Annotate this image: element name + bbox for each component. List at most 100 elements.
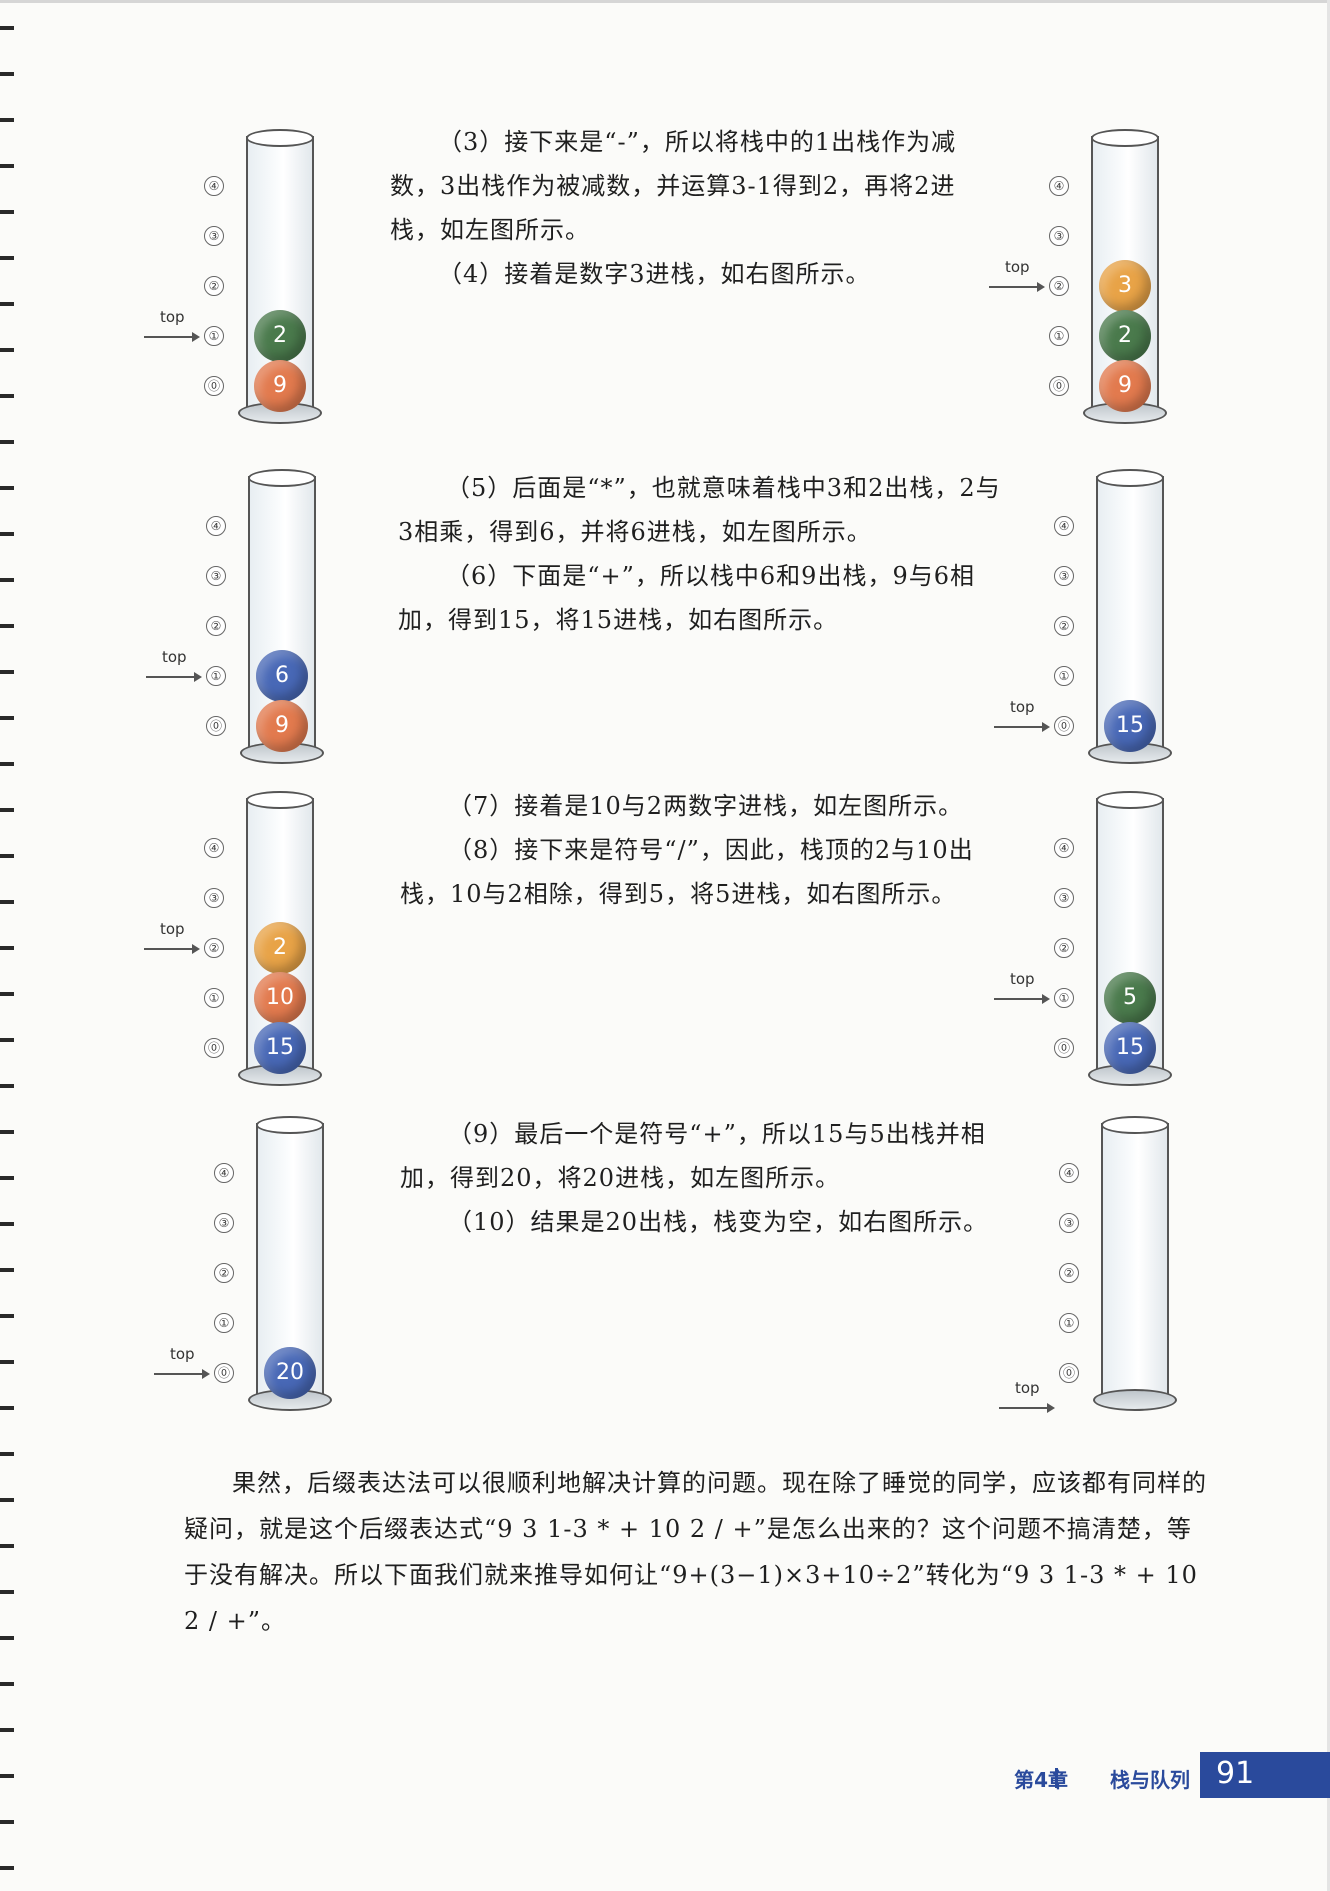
chapter-number: 第4章: [1014, 1768, 1069, 1792]
slot-index-label: ②: [1054, 616, 1074, 636]
slot-index-label: ④: [204, 176, 224, 196]
slot-index-label: ②: [206, 616, 226, 636]
stack-rim: [248, 469, 316, 487]
stack-ball: 15: [1104, 1022, 1156, 1074]
slot-index-label: ③: [204, 888, 224, 908]
slot-index-label: ①: [204, 988, 224, 1008]
slot-index-label: ②: [214, 1263, 234, 1283]
stack-ball: 10: [254, 972, 306, 1024]
slot-index-label: ⓪: [204, 376, 224, 396]
stack-figure: ⓪ ① ② ③ ④ 6 9 top: [146, 468, 382, 768]
stack-figure: ⓪ ① ② ③ ④ 3 2 9 top: [989, 128, 1225, 428]
step-3-text: （3）接下来是“-”，所以将栈中的1出栈作为减数，3出栈作为被减数，并运算3-1…: [390, 128, 957, 244]
top-pointer-arrow: [146, 672, 202, 682]
slot-index-label: ⓪: [1054, 1038, 1074, 1058]
slot-index-label: ⓪: [206, 716, 226, 736]
slot-index-label: ③: [204, 226, 224, 246]
stack-rim: [246, 129, 314, 147]
step-6-text: （6）下面是“+”，所以栈中6和9出栈，9与6相加，得到15，将15进栈，如右图…: [398, 562, 975, 634]
stack-rim: [246, 791, 314, 809]
step-9-text: （9）最后一个是符号“+”，所以15与5出栈并相加，得到20，将20进栈，如左图…: [400, 1120, 986, 1192]
slot-index-label: ①: [1049, 326, 1069, 346]
book-page: ⓪ ① ② ③ ④ 2 9 top ⓪ ① ② ③ ④ 3 2 9 top ⓪ ① ② ③ ④ 6 9 top ⓪①②③④1…: [0, 0, 1330, 1891]
top-edge: [0, 0, 1330, 3]
top-pointer-arrow: [994, 994, 1050, 1004]
stack-figure: ⓪ ① ② ③ ④ 15 top: [994, 468, 1230, 768]
slot-index-label: ④: [206, 516, 226, 536]
stack-rim: [1096, 791, 1164, 809]
page-number-tab: 91: [1200, 1752, 1330, 1798]
binding-holes: [0, 0, 14, 1891]
stack-figure: ⓪ ① ② ③ ④ top: [999, 1115, 1235, 1415]
slot-index-label: ⓪: [1049, 376, 1069, 396]
slot-index-label: ⓪: [1054, 716, 1074, 736]
stack-ball: 6: [256, 650, 308, 702]
top-pointer-arrow: [154, 1369, 210, 1379]
slot-index-label: ①: [1054, 988, 1074, 1008]
stack-ball: 20: [264, 1347, 316, 1399]
stack-ball: 15: [1104, 700, 1156, 752]
slot-index-label: ④: [1054, 838, 1074, 858]
step-5-text: （5）后面是“*”，也就意味着栈中3和2出栈，2与3相乘，得到6，并将6进栈，如…: [398, 474, 1001, 546]
stack-ball: 9: [254, 360, 306, 412]
slot-index-label: ②: [1049, 276, 1069, 296]
slot-index-label: ①: [1059, 1313, 1079, 1333]
top-pointer-label: top: [1010, 698, 1035, 716]
stack-ball: 2: [1099, 310, 1151, 362]
step-7-text: （7）接着是10与2两数字进栈，如左图所示。: [448, 792, 964, 820]
step-10-text: （10）结果是20出栈，栈变为空，如右图所示。: [448, 1208, 989, 1236]
step-4-text: （4）接着是数字3进栈，如右图所示。: [438, 260, 871, 288]
stack-figure: ⓪ ① ② ③ ④ 2 9 top: [144, 128, 380, 428]
footer-chapter: 第4章 栈与队列: [1014, 1764, 1190, 1793]
stack-rim: [1101, 1116, 1169, 1134]
slot-index-label: ①: [206, 666, 226, 686]
stack-rim: [256, 1116, 324, 1134]
top-pointer-label: top: [170, 1345, 195, 1363]
stack-base: [1093, 1389, 1177, 1411]
top-pointer-arrow: [144, 944, 200, 954]
conclusion-paragraph: 果然，后缀表达法可以很顺利地解决计算的问题。现在除了睡觉的同学，应该都有同样的疑…: [184, 1469, 1207, 1635]
top-pointer-label: top: [1010, 970, 1035, 988]
slot-index-label: ②: [204, 276, 224, 296]
slot-index-label: ⓪: [214, 1363, 234, 1383]
top-pointer-label: top: [1015, 1379, 1040, 1397]
page-number: 91: [1216, 1756, 1255, 1791]
slot-index-label: ②: [1054, 938, 1074, 958]
top-pointer-label: top: [1005, 258, 1030, 276]
slot-index-label: ②: [1059, 1263, 1079, 1283]
slot-index-label: ④: [204, 838, 224, 858]
slot-index-label: ④: [214, 1163, 234, 1183]
step-8-text: （8）接下来是符号“/”，因此，栈顶的2与10出栈，10与2相除，得到5，将5进…: [400, 836, 974, 908]
slot-index-label: ③: [1059, 1213, 1079, 1233]
stack-ball: 15: [254, 1022, 306, 1074]
stack-ball: 2: [254, 922, 306, 974]
slot-index-label: ③: [206, 566, 226, 586]
stack-ball: 2: [254, 310, 306, 362]
chapter-title: 栈与队列: [1110, 1768, 1190, 1792]
top-pointer-label: top: [162, 648, 187, 666]
slot-index-label: ④: [1059, 1163, 1079, 1183]
slot-index-label: ①: [1054, 666, 1074, 686]
slot-index-label: ①: [204, 326, 224, 346]
stack-figure: ⓪ ① ② ③ ④ 5 15 top: [994, 790, 1230, 1090]
top-pointer-label: top: [160, 920, 185, 938]
stack-figure: ⓪ ① ② ③ ④ 2 10 15 top: [144, 790, 380, 1090]
slot-index-label: ④: [1054, 516, 1074, 536]
stack-rim: [1096, 469, 1164, 487]
slot-index-label: ⓪: [204, 1038, 224, 1058]
top-pointer-arrow: [994, 722, 1050, 732]
stack-tube: [1101, 1123, 1169, 1401]
slot-index-label: ③: [214, 1213, 234, 1233]
slot-index-label: ②: [204, 938, 224, 958]
slot-index-label: ①: [214, 1313, 234, 1333]
stack-rim: [1091, 129, 1159, 147]
slot-index-label: ③: [1049, 226, 1069, 246]
stack-figure: ⓪ ① ② ③ ④ 20 top: [154, 1115, 390, 1415]
slot-index-label: ③: [1054, 566, 1074, 586]
slot-index-label: ⓪: [1059, 1363, 1079, 1383]
stack-ball: 9: [1099, 360, 1151, 412]
top-pointer-arrow: [999, 1403, 1055, 1413]
slot-index-label: ③: [1054, 888, 1074, 908]
slot-index-label: ④: [1049, 176, 1069, 196]
stack-ball: 9: [256, 700, 308, 752]
